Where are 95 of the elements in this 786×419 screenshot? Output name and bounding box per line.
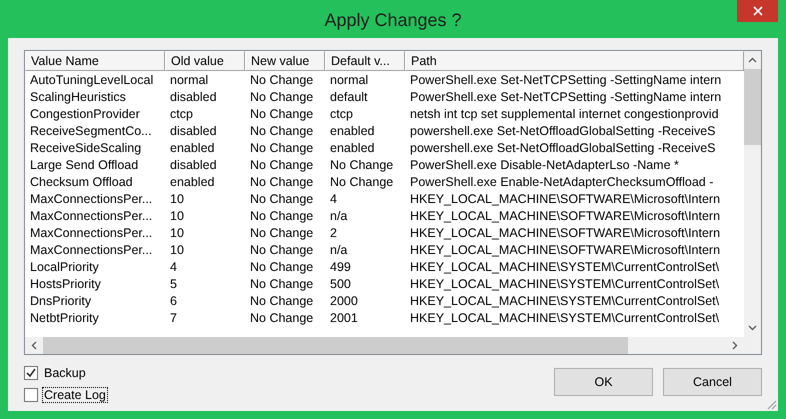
table-cell-text: disabled [169,157,218,174]
table-cell-text: CongestionProvider [29,106,141,123]
table-cell-text: HostsPriority [29,276,102,293]
vertical-scrollbar[interactable] [744,51,761,337]
table-cell-text: No Change [249,225,314,242]
table-cell-text: PowerShell.exe Enable-NetAdapterChecksumOffload - [409,174,714,191]
table-cell-text: enabled [169,174,216,191]
table-cell-text: HKEY_LOCAL_MACHINE\SYSTEM\CurrentControlSet\ [409,310,720,327]
checkbox-label[interactable]: Backup [42,365,88,381]
table-cell-text: HKEY_LOCAL_MACHINE\SYSTEM\CurrentControlSet\ [409,293,720,310]
table-cell-text: HKEY_LOCAL_MACHINE\SOFTWARE\Microsoft\Intern [409,242,722,259]
table-cell-text: 10 [169,208,185,225]
table-cell-text: default [329,89,369,106]
table-cell-text: HKEY_LOCAL_MACHINE\SYSTEM\CurrentControlSet\ [409,259,720,276]
table-cell-text: Large Send Offload [29,157,140,174]
table-cell-text: 2000 [329,293,359,310]
table-cell-text: disabled [169,89,218,106]
table-cell-text: normal [169,72,210,89]
table-cell-text: HKEY_LOCAL_MACHINE\SOFTWARE\Microsoft\Intern [409,191,722,208]
table-cell-text: powershell.exe Set-NetOffloadGlobalSetting -ReceiveS [409,123,716,140]
table-cell-text: n/a [329,208,348,225]
table-cell-text: 499 [329,259,352,276]
table-cell-text: No Change [249,276,314,293]
table-cell-text: No Change [249,208,314,225]
table-cell-text: No Change [249,191,314,208]
table-cell-text: 4 [169,259,178,276]
table-cell-text: ctcp [329,106,354,123]
table-cell-text: 7 [169,310,178,327]
table-cell-text: Checksum Offload [29,174,134,191]
table-cell-text: PowerShell.exe Disable-NetAdapterLso -Name * [409,157,680,174]
table-cell-text: disabled [169,123,218,140]
table-cell-text: No Change [329,174,394,191]
table-cell-text: No Change [249,106,314,123]
table-cell-text: 5 [169,276,178,293]
table-cell-text: enabled [329,140,376,157]
table-cell-text: normal [329,72,370,89]
table-cell-text: 10 [169,191,185,208]
table-cell-text: ReceiveSegmentCo... [29,123,153,140]
table-cell-text: netsh int tcp set supplemental internet congestionprovid [409,106,720,123]
table-cell-text: PowerShell.exe Set-NetTCPSetting -SettingName intern [409,72,722,89]
table-cell-text: 2 [329,225,338,242]
table-cell-text: AutoTuningLevelLocal [29,72,154,89]
scroll-thumb[interactable] [43,337,628,354]
table-cell-text: No Change [249,123,314,140]
checkbox[interactable] [24,366,38,380]
cancel-button[interactable]: Cancel [663,368,762,396]
close-icon [752,6,762,16]
table-cell-text: LocalPriority [29,259,100,276]
resize-grip-icon[interactable] [765,398,777,410]
scroll-thumb[interactable] [744,69,761,145]
table-cell-text: No Change [249,157,314,174]
table-cell-text: HKEY_LOCAL_MACHINE\SOFTWARE\Microsoft\Intern [409,225,722,242]
table-cell-text: ReceiveSideScaling [29,140,142,157]
table-cell-text: HKEY_LOCAL_MACHINE\SOFTWARE\Microsoft\Intern [409,208,722,225]
table-cell-text: No Change [249,293,314,310]
column-header[interactable]: New value [245,51,325,71]
table-cell-text: 10 [169,225,185,242]
table-cell-text: No Change [329,157,394,174]
horizontal-scrollbar[interactable] [25,337,744,354]
table-cell-text: No Change [249,242,314,259]
table-cell-text: enabled [169,140,216,157]
table-cell-text: PowerShell.exe Set-NetTCPSetting -SettingName intern [409,89,722,106]
ok-button[interactable]: OK [554,368,653,396]
window-title: Apply Changes ? [324,10,462,31]
table-cell-text: 4 [329,191,338,208]
check-icon [26,368,36,378]
table-cell-text: No Change [249,72,314,89]
table-cell-text: HKEY_LOCAL_MACHINE\SYSTEM\CurrentControlSet\ [409,276,720,293]
table-cell-text: 6 [169,293,178,310]
table-cell-text: DnsPriority [29,293,92,310]
table-cell-text: powershell.exe Set-NetOffloadGlobalSetting -ReceiveS [409,140,716,157]
table-cell-text: No Change [249,140,314,157]
table-cell-text: No Change [249,174,314,191]
checkbox-label[interactable]: Create Log [42,387,108,403]
close-button[interactable] [737,0,778,22]
table-cell-text: MaxConnectionsPer... [29,225,154,242]
column-header[interactable]: Default v... [325,51,405,71]
table-cell-text: No Change [249,259,314,276]
table-cell-text: MaxConnectionsPer... [29,191,154,208]
table-cell-text: 10 [169,242,185,259]
column-header[interactable]: Path [405,51,744,71]
table-cell-text: enabled [329,123,376,140]
table-cell-text: ScalingHeuristics [29,89,127,106]
column-header[interactable]: Old value [165,51,245,71]
table-cell-text: 2001 [329,310,359,327]
column-header[interactable]: Value Name [25,51,165,71]
table-cell-text: MaxConnectionsPer... [29,242,154,259]
table-cell-text: No Change [249,310,314,327]
table-cell-text: No Change [249,89,314,106]
checkbox[interactable] [24,388,38,402]
table-cell-text: 500 [329,276,352,293]
table-cell-text: NetbtPriority [29,310,100,327]
table-cell-text: n/a [329,242,348,259]
table-cell-text: ctcp [169,106,194,123]
table-cell-text: MaxConnectionsPer... [29,208,154,225]
